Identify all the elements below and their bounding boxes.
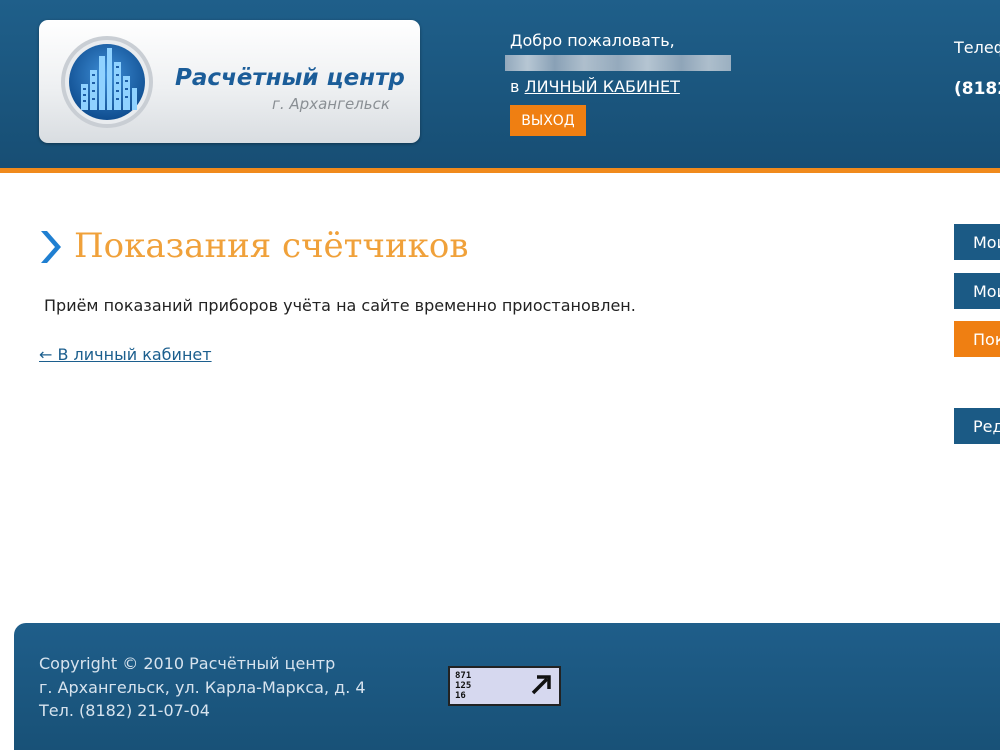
chevron-right-icon <box>41 231 61 263</box>
page-title: Показания счётчиков <box>74 226 469 266</box>
phone-number: (8182 <box>954 79 1000 99</box>
footer-copyright: Copyright © 2010 Расчётный центр <box>39 654 336 673</box>
cabinet-prefix: в <box>510 77 520 96</box>
counter-line: 16 <box>455 691 466 701</box>
logout-button[interactable]: ВЫХОД <box>510 105 586 136</box>
sidebar-item-1[interactable]: Мои <box>954 224 1000 260</box>
header-divider <box>0 168 1000 173</box>
site-logo[interactable]: Расчётный центр г. Архангельск <box>39 20 420 143</box>
counter-line: 125 <box>455 681 472 691</box>
logo-title: Расчётный центр <box>175 65 405 91</box>
visitor-counter[interactable]: 871 125 16 <box>448 666 561 706</box>
sidebar-item-4[interactable]: Ред <box>954 408 1000 444</box>
phone-label: Телеф <box>954 38 1000 57</box>
arrow-up-right-icon <box>531 675 551 695</box>
notice-text: Приём показаний приборов учёта на сайте … <box>44 296 636 315</box>
footer-address: г. Архангельск, ул. Карла-Маркса, д. 4 <box>39 678 366 697</box>
sidebar-item-readings[interactable]: Пока <box>954 321 1000 357</box>
counter-numbers: 871 125 16 <box>455 671 471 701</box>
logo-subtitle: г. Архангельск <box>272 95 390 113</box>
building-logo-icon <box>61 36 153 128</box>
welcome-text: Добро пожаловать, <box>510 31 675 50</box>
cabinet-line: в ЛИЧНЫЙ КАБИНЕТ <box>510 77 680 96</box>
back-to-cabinet-link[interactable]: ← В личный кабинет <box>39 345 212 364</box>
sidebar-item-2[interactable]: Мои <box>954 273 1000 309</box>
counter-line: 871 <box>455 671 472 681</box>
footer-phone: Тел. (8182) 21-07-04 <box>39 701 210 720</box>
personal-cabinet-link[interactable]: ЛИЧНЫЙ КАБИНЕТ <box>525 77 680 96</box>
user-name-redacted <box>505 55 731 71</box>
